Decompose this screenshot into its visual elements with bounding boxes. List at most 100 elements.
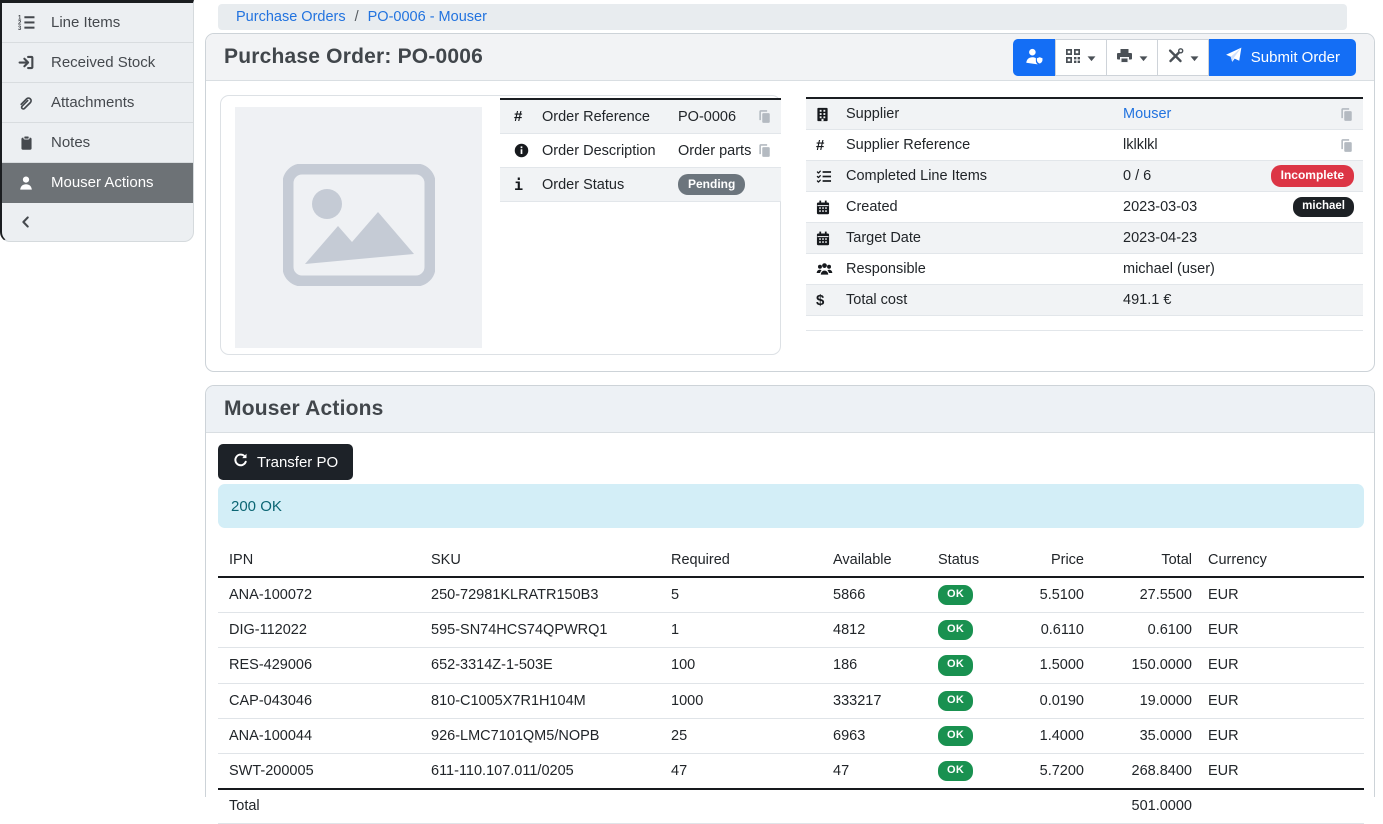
sign-in-icon <box>15 54 37 71</box>
detail-row-completed-line-items: Completed Line Items 0 / 6 Incomplete <box>806 161 1363 192</box>
sidebar-item-label: Line Items <box>51 14 120 31</box>
building-icon <box>816 107 846 122</box>
caret-down-icon <box>1139 50 1148 65</box>
detail-row-total-cost: $ Total cost 491.1 € <box>806 285 1363 316</box>
submit-order-button[interactable]: Submit Order <box>1209 39 1356 76</box>
transfer-po-label: Transfer PO <box>257 454 338 471</box>
sidebar-collapse-button[interactable] <box>2 203 193 241</box>
copy-icon[interactable] <box>757 109 772 124</box>
hash-icon: # <box>816 137 846 154</box>
supplier-reference-value: lklklkl <box>1123 137 1339 153</box>
clipboard-icon <box>15 135 37 151</box>
mouser-actions-panel: Mouser Actions Transfer PO 200 OK IPN SK… <box>205 385 1375 797</box>
admin-button[interactable] <box>1013 39 1056 76</box>
col-header-currency: Currency <box>1194 546 1364 577</box>
caret-down-icon <box>1087 50 1096 65</box>
table-row: ANA-100072 250-72981KLRATR150B3 5 5866 O… <box>218 577 1364 613</box>
sidebar: 123 Line Items Received Stock Attachment… <box>0 0 194 242</box>
barcode-menu-button[interactable] <box>1055 39 1107 76</box>
ok-badge: OK <box>938 655 973 675</box>
copy-icon[interactable] <box>757 143 772 158</box>
table-row: SWT-200005 611-110.107.011/0205 47 47 OK… <box>218 753 1364 789</box>
actions-menu-button[interactable] <box>1157 39 1209 76</box>
col-header-ipn: IPN <box>218 546 420 577</box>
print-menu-button[interactable] <box>1106 39 1158 76</box>
sidebar-item-label: Mouser Actions <box>51 174 154 191</box>
line-items-table: IPN SKU Required Available Status Price … <box>218 546 1364 824</box>
col-header-available: Available <box>822 546 927 577</box>
col-header-sku: SKU <box>420 546 660 577</box>
detail-row-order-reference: # Order Reference PO-0006 <box>500 100 781 134</box>
incomplete-badge: Incomplete <box>1271 165 1354 186</box>
order-image-placeholder <box>235 107 482 348</box>
order-summary-card: # Order Reference PO-0006 Order Descript… <box>220 95 781 355</box>
sidebar-item-line-items[interactable]: 123 Line Items <box>2 3 193 43</box>
table-total-row: Total 501.0000 <box>218 789 1364 824</box>
mouser-actions-panel-body: Transfer PO 200 OK IPN SKU Required Avai… <box>206 433 1374 797</box>
purchase-order-panel-body: # Order Reference PO-0006 Order Descript… <box>206 81 1374 372</box>
detail-row-supplier: Supplier Mouser <box>806 99 1363 130</box>
status-alert: 200 OK <box>218 484 1364 528</box>
sidebar-item-label: Attachments <box>51 94 134 111</box>
chevron-left-icon <box>15 215 37 229</box>
detail-row-responsible: Responsible michael (user) <box>806 254 1363 285</box>
sidebar-item-label: Received Stock <box>51 54 155 71</box>
calendar-icon <box>816 231 846 246</box>
ok-badge: OK <box>938 691 973 711</box>
qrcode-icon <box>1065 48 1081 67</box>
sidebar-item-attachments[interactable]: Attachments <box>2 83 193 123</box>
hash-icon: # <box>514 108 542 125</box>
table-row: CAP-043046 810-C1005X7R1H104M 1000 33321… <box>218 683 1364 718</box>
detail-row-created: Created 2023-03-03 michael <box>806 192 1363 223</box>
purchase-order-panel-header: Purchase Order: PO-0006 <box>206 34 1374 81</box>
target-date-value: 2023-04-23 <box>1123 230 1363 246</box>
purchase-order-page: { "sidebar": { "items": [ { "label": "Li… <box>0 0 1383 794</box>
paperclip-icon <box>15 95 37 111</box>
transfer-po-button[interactable]: Transfer PO <box>218 444 353 480</box>
breadcrumb-link-current-order[interactable]: PO-0006 - Mouser <box>368 9 487 25</box>
responsible-value: michael (user) <box>1123 261 1363 277</box>
col-header-total: Total <box>1086 546 1194 577</box>
copy-icon[interactable] <box>1339 107 1354 122</box>
table-header-row: IPN SKU Required Available Status Price … <box>218 546 1364 577</box>
sidebar-item-label: Notes <box>51 134 90 151</box>
col-header-price: Price <box>1008 546 1086 577</box>
purchase-order-panel: Purchase Order: PO-0006 <box>205 33 1375 372</box>
user-icon <box>15 175 37 191</box>
sidebar-item-received-stock[interactable]: Received Stock <box>2 43 193 83</box>
detail-row-order-description: Order Description Order parts <box>500 134 781 168</box>
ok-badge: OK <box>938 726 973 746</box>
caret-down-icon <box>1190 50 1199 65</box>
user-shield-icon <box>1025 47 1044 68</box>
refresh-icon <box>233 453 248 472</box>
status-alert-text: 200 OK <box>231 498 282 515</box>
total-value: 501.0000 <box>1086 789 1194 824</box>
order-details-table: # Order Reference PO-0006 Order Descript… <box>500 98 781 202</box>
sidebar-item-mouser-actions[interactable]: Mouser Actions <box>2 163 193 203</box>
created-date-value: 2023-03-03 <box>1123 199 1293 215</box>
detail-row-supplier-reference: # Supplier Reference lklklkl <box>806 130 1363 161</box>
table-row: RES-429006 652-3314Z-1-503E 100 186 OK 1… <box>218 648 1364 683</box>
status-badge: Pending <box>678 174 745 195</box>
order-description-value: Order parts <box>678 143 757 159</box>
supplier-details-table: Supplier Mouser # Supplier Reference lkl… <box>806 97 1363 331</box>
users-icon <box>816 262 846 276</box>
col-header-status: Status <box>927 546 1008 577</box>
supplier-link[interactable]: Mouser <box>1123 106 1171 122</box>
sidebar-item-notes[interactable]: Notes <box>2 123 193 163</box>
ok-badge: OK <box>938 620 973 640</box>
completed-line-items-value: 0 / 6 <box>1123 168 1271 184</box>
copy-icon[interactable] <box>1339 138 1354 153</box>
detail-row-empty <box>806 316 1363 331</box>
col-header-required: Required <box>660 546 822 577</box>
breadcrumb-link-purchase-orders[interactable]: Purchase Orders <box>236 9 346 25</box>
tools-icon <box>1167 48 1184 67</box>
submit-order-label: Submit Order <box>1251 49 1340 66</box>
dollar-icon: $ <box>816 292 846 309</box>
mouser-actions-title: Mouser Actions <box>224 397 384 421</box>
circle-info-icon <box>514 143 542 158</box>
list-ol-icon: 123 <box>15 14 37 31</box>
ok-badge: OK <box>938 761 973 781</box>
breadcrumb: Purchase Orders / PO-0006 - Mouser <box>218 4 1347 30</box>
paper-plane-icon <box>1225 47 1242 68</box>
